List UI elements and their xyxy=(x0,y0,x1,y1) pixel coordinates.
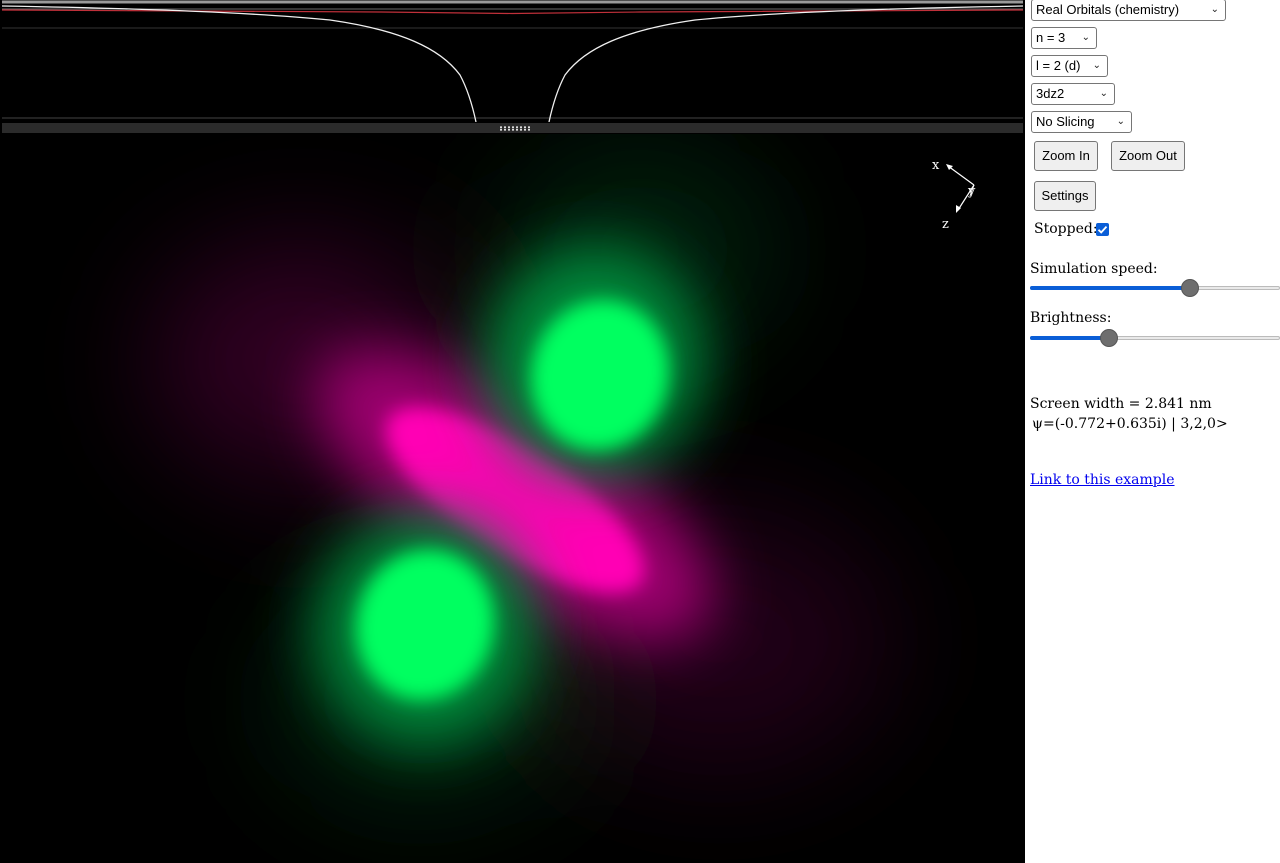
stopped-label: Stopped: xyxy=(1034,221,1098,237)
axis-y-label: y xyxy=(967,184,976,199)
drag-handle-icon[interactable] xyxy=(499,126,531,131)
orbital-select-value: 3dz2 xyxy=(1036,86,1065,101)
chevron-down-icon: ⌄ xyxy=(1081,32,1090,43)
zoom-out-button[interactable]: Zoom Out xyxy=(1111,141,1185,171)
checkmark-icon xyxy=(1097,225,1108,234)
settings-button[interactable]: Settings xyxy=(1034,181,1096,211)
potential-graph xyxy=(0,0,1025,122)
mode-select[interactable]: Real Orbitals (chemistry) ⌄ xyxy=(1031,0,1226,21)
control-panel: Real Orbitals (chemistry) ⌄ n = 3 ⌄ l = … xyxy=(1025,0,1280,863)
chevron-down-icon: ⌄ xyxy=(1092,60,1101,71)
orbital-view[interactable] xyxy=(0,134,1025,863)
psi-readout: ψ=(-0.772+0.635i) | 3,2,0> xyxy=(1032,416,1228,432)
chevron-down-icon: ⌄ xyxy=(1210,4,1219,15)
axis-indicator: x y z xyxy=(932,158,976,232)
brightness-slider[interactable] xyxy=(1030,328,1280,348)
slider-thumb[interactable] xyxy=(1099,329,1118,347)
mode-select-value: Real Orbitals (chemistry) xyxy=(1036,2,1180,17)
orbital-select[interactable]: 3dz2 ⌄ xyxy=(1031,83,1115,105)
chevron-down-icon: ⌄ xyxy=(1116,116,1125,127)
axis-x-label: x xyxy=(932,158,940,173)
sim-speed-label: Simulation speed: xyxy=(1030,261,1158,277)
n-select-value: n = 3 xyxy=(1036,30,1066,45)
stopped-checkbox[interactable] xyxy=(1096,223,1109,236)
sim-speed-slider[interactable] xyxy=(1030,278,1280,298)
l-select-value: l = 2 (d) xyxy=(1036,58,1081,73)
link-to-example[interactable]: Link to this example xyxy=(1030,472,1175,488)
l-select[interactable]: l = 2 (d) ⌄ xyxy=(1031,55,1108,77)
slider-fill xyxy=(1030,286,1190,290)
zoom-in-button[interactable]: Zoom In xyxy=(1034,141,1098,171)
slider-fill xyxy=(1030,336,1109,340)
chevron-down-icon: ⌄ xyxy=(1099,88,1108,99)
simulation-canvas[interactable]: x y z xyxy=(0,0,1025,863)
screen-width-readout: Screen width = 2.841 nm xyxy=(1030,396,1212,412)
graph-resize-divider[interactable] xyxy=(2,123,1023,133)
slider-thumb[interactable] xyxy=(1180,279,1199,297)
slicing-select[interactable]: No Slicing ⌄ xyxy=(1031,111,1132,133)
n-select[interactable]: n = 3 ⌄ xyxy=(1031,27,1097,49)
slicing-select-value: No Slicing xyxy=(1036,114,1095,129)
brightness-label: Brightness: xyxy=(1030,310,1112,326)
axis-z-label: z xyxy=(942,217,949,232)
